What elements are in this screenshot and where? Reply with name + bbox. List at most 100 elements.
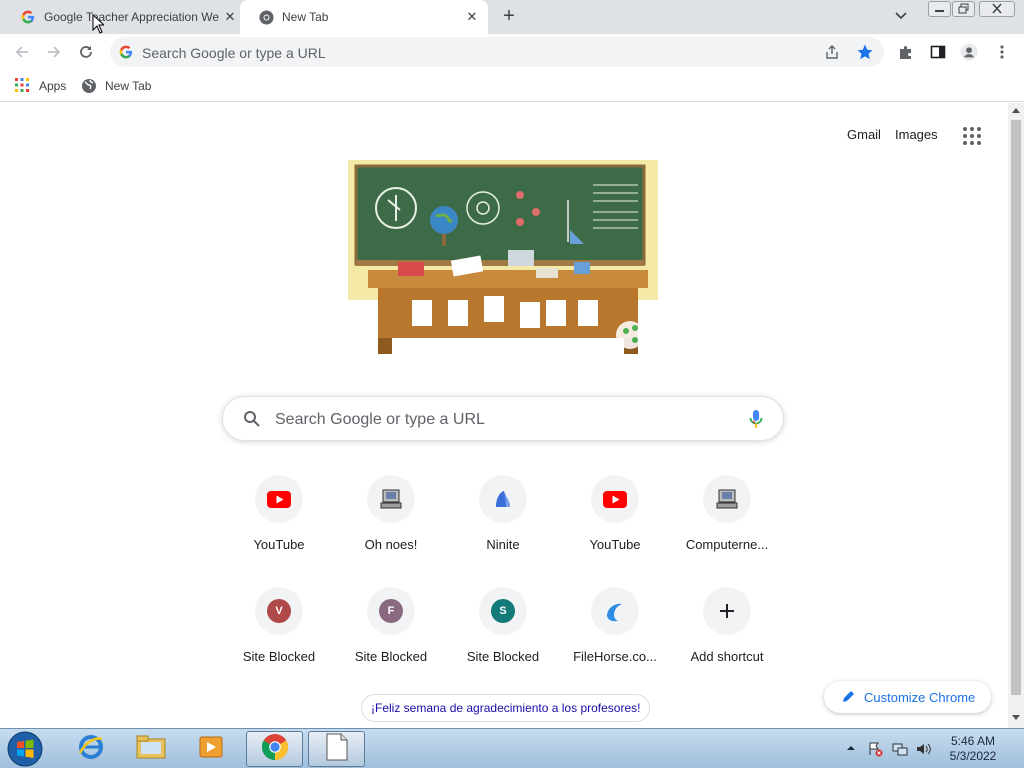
scroll-up-arrow-icon[interactable] <box>1012 108 1020 113</box>
folder-icon <box>136 734 166 765</box>
taskbar-media-player[interactable] <box>182 731 239 767</box>
reload-icon[interactable] <box>76 42 96 62</box>
shortcut-tile-filehorse[interactable]: FileHorse.co... <box>559 587 671 687</box>
bookmarks-bar: Apps New Tab <box>0 70 1024 102</box>
doodle-promo-link[interactable]: ¡Feliz semana de agradecimiento a los pr… <box>361 694 651 722</box>
show-hidden-icons-arrow-icon[interactable] <box>846 741 860 755</box>
shortcut-label: Site Blocked <box>466 649 540 664</box>
tab-strip: Google Teacher Appreciation We ✕ New Tab… <box>0 0 1024 34</box>
omnibox[interactable]: Search Google or type a URL <box>110 37 884 67</box>
google-g-icon <box>119 45 133 64</box>
shortcut-label: YouTube <box>589 537 641 552</box>
shortcut-label: Site Blocked <box>354 649 428 664</box>
volume-icon[interactable] <box>915 741 931 755</box>
omnibox-placeholder: Search Google or type a URL <box>142 45 326 61</box>
customize-chrome-button[interactable]: Customize Chrome <box>824 681 991 713</box>
google-apps-grid-icon[interactable] <box>963 127 981 145</box>
letter-avatar-icon: S <box>479 587 527 635</box>
apps-grid-icon <box>15 78 31 94</box>
filehorse-icon <box>591 587 639 635</box>
shortcut-tile-youtube[interactable]: YouTube <box>223 475 335 575</box>
shortcut-label: FileHorse.co... <box>573 649 657 664</box>
menu-kebab-icon[interactable] <box>993 43 1011 61</box>
youtube-icon <box>255 475 303 523</box>
document-icon <box>325 733 349 766</box>
share-icon[interactable] <box>824 44 840 65</box>
search-placeholder: Search Google or type a URL <box>275 411 485 428</box>
computer-icon <box>367 475 415 523</box>
back-arrow-icon[interactable] <box>12 42 32 62</box>
bookmark-label: Apps <box>39 79 67 93</box>
taskbar-chrome[interactable] <box>246 731 303 767</box>
internet-explorer-icon <box>77 733 105 766</box>
pencil-icon <box>842 689 856 706</box>
new-tab-plus-icon[interactable]: + <box>497 5 521 29</box>
gmail-link[interactable]: Gmail <box>847 127 881 142</box>
windows-taskbar: 5:46 AM 5/3/2022 <box>0 728 1024 768</box>
search-icon <box>243 410 261 433</box>
voice-search-mic-icon[interactable] <box>749 409 763 434</box>
network-icon[interactable] <box>892 741 908 756</box>
media-player-icon <box>198 734 224 765</box>
bookmark-star-icon[interactable] <box>856 43 874 66</box>
tab-search-chevron-icon[interactable] <box>895 8 915 26</box>
letter-avatar-icon: V <box>255 587 303 635</box>
restore-button[interactable] <box>952 1 975 17</box>
tab-close-icon[interactable]: ✕ <box>222 9 238 25</box>
tab-new-tab[interactable]: New Tab ✕ <box>240 0 488 34</box>
new-tab-page: Gmail Images Search Google or type a URL… <box>0 103 1008 728</box>
tab-close-icon[interactable]: ✕ <box>464 9 480 25</box>
add-shortcut-tile[interactable]: Add shortcut <box>671 587 783 687</box>
page-scrollbar[interactable] <box>1008 103 1024 728</box>
letter-avatar-icon: F <box>367 587 415 635</box>
letter-avatar: F <box>379 599 403 623</box>
scroll-thumb[interactable] <box>1011 120 1021 695</box>
tab-google-teacher[interactable]: Google Teacher Appreciation We ✕ <box>0 0 246 34</box>
images-link[interactable]: Images <box>895 127 938 142</box>
customize-chrome-label: Customize Chrome <box>864 689 976 705</box>
windows-start-button[interactable] <box>6 730 46 768</box>
ninite-icon <box>479 475 527 523</box>
globe-icon <box>81 78 97 94</box>
tab-title: New Tab <box>282 10 329 24</box>
clock-time: 5:46 AM <box>950 734 996 748</box>
letter-avatar: V <box>267 599 291 623</box>
action-center-flag-icon[interactable] <box>867 741 883 757</box>
taskbar-internet-explorer[interactable] <box>62 731 119 767</box>
chrome-icon <box>261 733 289 766</box>
bookmark-apps[interactable]: Apps <box>15 76 66 96</box>
browser-toolbar: Search Google or type a URL <box>0 34 1024 70</box>
system-clock[interactable]: 5:46 AM 5/3/2022 <box>944 734 1002 764</box>
shortcut-tile-ninite[interactable]: Ninite <box>447 475 559 575</box>
letter-avatar: S <box>491 599 515 623</box>
minimize-button[interactable] <box>928 1 951 17</box>
shortcut-tile-site-blocked-s[interactable]: S Site Blocked <box>447 587 559 687</box>
tab-title: Google Teacher Appreciation We <box>44 10 219 24</box>
close-window-button[interactable] <box>979 1 1015 17</box>
plus-icon <box>703 587 751 635</box>
shortcut-tile-youtube-2[interactable]: YouTube <box>559 475 671 575</box>
shortcut-tile-computerne[interactable]: Computerne... <box>671 475 783 575</box>
shortcut-label: Site Blocked <box>242 649 316 664</box>
taskbar-file-explorer[interactable] <box>122 731 179 767</box>
shortcut-tile-site-blocked-v[interactable]: V Site Blocked <box>223 587 335 687</box>
bookmark-label: New Tab <box>105 79 152 93</box>
profile-avatar-icon[interactable] <box>960 43 978 61</box>
shortcut-tile-oh-noes[interactable]: Oh noes! <box>335 475 447 575</box>
side-panel-icon[interactable] <box>929 43 947 61</box>
shortcut-label: Oh noes! <box>364 537 418 552</box>
bookmark-new-tab[interactable]: New Tab <box>81 76 151 96</box>
shortcut-label: Ninite <box>486 537 520 552</box>
mouse-cursor-icon <box>92 13 106 34</box>
scroll-down-arrow-icon[interactable] <box>1012 715 1020 720</box>
screen: Google Teacher Appreciation We ✕ New Tab… <box>0 0 1024 768</box>
ntp-search-box[interactable]: Search Google or type a URL <box>222 396 784 441</box>
computer-icon <box>703 475 751 523</box>
taskbar-notepad[interactable] <box>308 731 365 767</box>
shortcut-tile-site-blocked-f[interactable]: F Site Blocked <box>335 587 447 687</box>
shortcut-label: Computerne... <box>685 537 769 552</box>
chrome-icon <box>258 9 274 25</box>
google-doodle-image[interactable] <box>348 160 658 356</box>
extensions-puzzle-icon[interactable] <box>897 43 915 61</box>
forward-arrow-icon[interactable] <box>44 42 64 62</box>
